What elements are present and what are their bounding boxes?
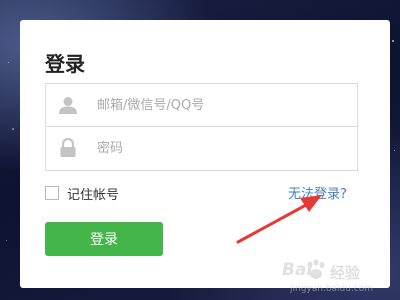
login-button[interactable]: 登录 — [45, 222, 163, 256]
cant-login-link[interactable]: 无法登录? — [288, 183, 347, 202]
baidu-watermark: Bai 经验 jingyan.baidu.com — [282, 258, 392, 298]
login-dialog: 登录 记住帐号 无法登录? 登录 — [20, 20, 390, 288]
dialog-title: 登录 — [45, 52, 85, 76]
username-input[interactable] — [97, 84, 347, 126]
username-field[interactable] — [45, 83, 358, 127]
watermark-url: jingyan.baidu.com — [290, 284, 374, 294]
remember-account[interactable]: 记住帐号 — [45, 184, 120, 203]
user-icon — [59, 97, 77, 114]
password-input[interactable] — [97, 127, 347, 169]
remember-label: 记住帐号 — [67, 187, 120, 203]
remember-checkbox[interactable] — [45, 186, 59, 200]
lock-icon — [60, 138, 76, 157]
watermark-brand-suffix: 经验 — [330, 264, 361, 282]
watermark-brand: Bai — [282, 260, 313, 280]
password-field[interactable] — [45, 127, 358, 171]
